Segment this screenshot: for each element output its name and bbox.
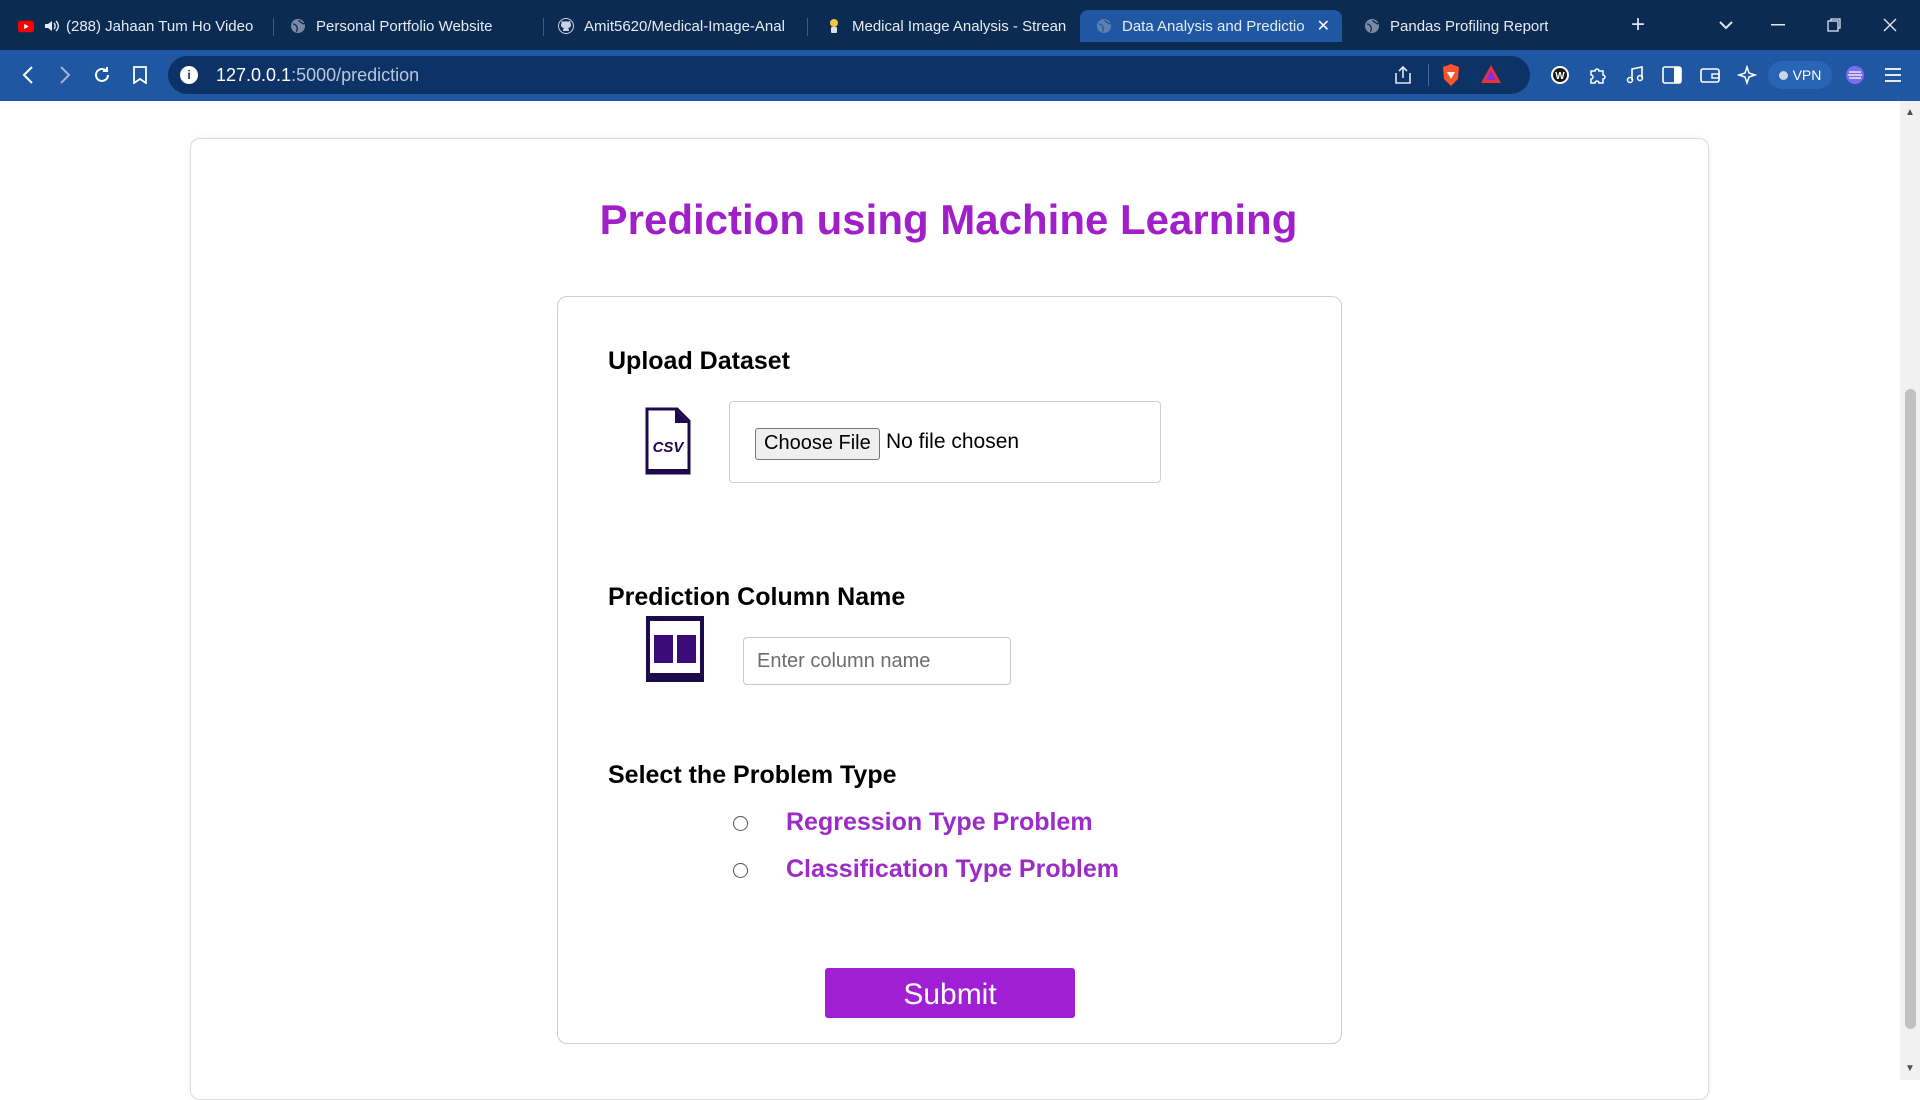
submit-button[interactable]: Submit [825, 968, 1075, 1018]
regression-radio[interactable] [733, 816, 748, 831]
brave-rewards-icon[interactable] [1480, 64, 1502, 89]
columns-icon [645, 615, 705, 688]
tab-youtube[interactable]: (288) Jahaan Tum Ho Video [18, 10, 274, 42]
svg-text:W: W [1555, 71, 1565, 82]
page-title: Prediction using Machine Learning [599, 196, 1298, 243]
vpn-button[interactable]: VPN [1768, 61, 1832, 89]
media-music-icon[interactable] [1622, 62, 1648, 88]
wallet-w-icon[interactable]: W [1547, 62, 1573, 88]
url-text[interactable]: 127.0.0.1:5000/prediction [216, 65, 419, 86]
youtube-icon [18, 18, 34, 34]
classification-option-label[interactable]: Classification Type Problem [786, 855, 1119, 884]
tab-title: Amit5620/Medical-Image-Anal [584, 17, 785, 35]
reload-icon[interactable] [89, 62, 115, 88]
brave-shields-icon[interactable] [1440, 63, 1462, 92]
minimize-icon[interactable] [1758, 10, 1798, 40]
back-icon[interactable] [15, 62, 41, 88]
tab-portfolio[interactable]: Personal Portfolio Website [290, 10, 544, 42]
close-window-icon[interactable] [1870, 10, 1910, 40]
tab-title: (288) Jahaan Tum Ho Video [66, 17, 254, 35]
file-status-text: No file chosen [886, 430, 1020, 453]
tab-search-chevron-icon[interactable] [1706, 10, 1746, 40]
tab-bar: (288) Jahaan Tum Ho Video Personal Portf… [0, 0, 1920, 50]
page-scrollbar[interactable]: ▲ ▼ [1900, 101, 1920, 1080]
restore-icon[interactable] [1814, 10, 1854, 40]
extensions-puzzle-icon[interactable] [1585, 62, 1611, 88]
csv-file-icon: CSV [645, 407, 691, 480]
classification-radio[interactable] [733, 863, 748, 878]
wallet-icon[interactable] [1697, 62, 1723, 88]
address-bar[interactable]: i 127.0.0.1:5000/prediction [168, 56, 1530, 94]
tab-pandas-profiling[interactable]: Pandas Profiling Report [1364, 10, 1604, 42]
column-name-input[interactable] [743, 637, 1011, 685]
tab-title: Medical Image Analysis - Strean [852, 17, 1066, 35]
menu-hamburger-icon[interactable] [1880, 62, 1906, 88]
prediction-column-label: Prediction Column Name [608, 583, 906, 611]
globe-icon [1364, 18, 1380, 34]
close-tab-icon[interactable]: ✕ [1317, 16, 1330, 36]
brave-profile-icon[interactable] [1842, 62, 1868, 88]
streamlit-icon [826, 18, 842, 34]
url-path: :5000/prediction [291, 65, 420, 85]
scroll-down-arrow-icon[interactable]: ▼ [1905, 1063, 1915, 1074]
bookmark-icon[interactable] [127, 62, 153, 88]
csv-icon-text: CSV [653, 439, 686, 456]
globe-icon [1096, 18, 1112, 34]
globe-icon [290, 18, 306, 34]
tab-title: Personal Portfolio Website [316, 17, 493, 35]
forward-icon[interactable] [52, 62, 78, 88]
tab-github[interactable]: Amit5620/Medical-Image-Anal [558, 10, 808, 42]
upload-dataset-label: Upload Dataset [608, 347, 790, 375]
vpn-status-icon [1778, 70, 1788, 80]
url-host: 127.0.0.1 [216, 65, 292, 85]
tab-title: Pandas Profiling Report [1390, 17, 1549, 35]
vpn-label: VPN [1792, 67, 1822, 83]
problem-type-label: Select the Problem Type [608, 761, 897, 789]
site-info-icon[interactable]: i [180, 66, 198, 84]
scroll-up-arrow-icon[interactable]: ▲ [1905, 107, 1915, 118]
regression-option-label[interactable]: Regression Type Problem [786, 808, 1093, 837]
sidebar-toggle-icon[interactable] [1659, 62, 1685, 88]
tab-streamlit[interactable]: Medical Image Analysis - Strean [826, 10, 1066, 42]
choose-file-button[interactable]: Choose File [755, 428, 880, 460]
tab-data-analysis[interactable]: Data Analysis and Predictio ✕ [1080, 10, 1342, 42]
new-tab-button[interactable]: + [1618, 10, 1658, 40]
leo-ai-icon[interactable] [1734, 62, 1760, 88]
tab-title: Data Analysis and Predictio [1122, 17, 1304, 35]
speaker-icon[interactable] [44, 18, 60, 34]
file-upload-box[interactable]: Choose File No file chosen [729, 401, 1161, 483]
share-icon[interactable] [1392, 64, 1414, 91]
scrollbar-thumb[interactable] [1905, 389, 1916, 1029]
github-icon [558, 18, 574, 34]
